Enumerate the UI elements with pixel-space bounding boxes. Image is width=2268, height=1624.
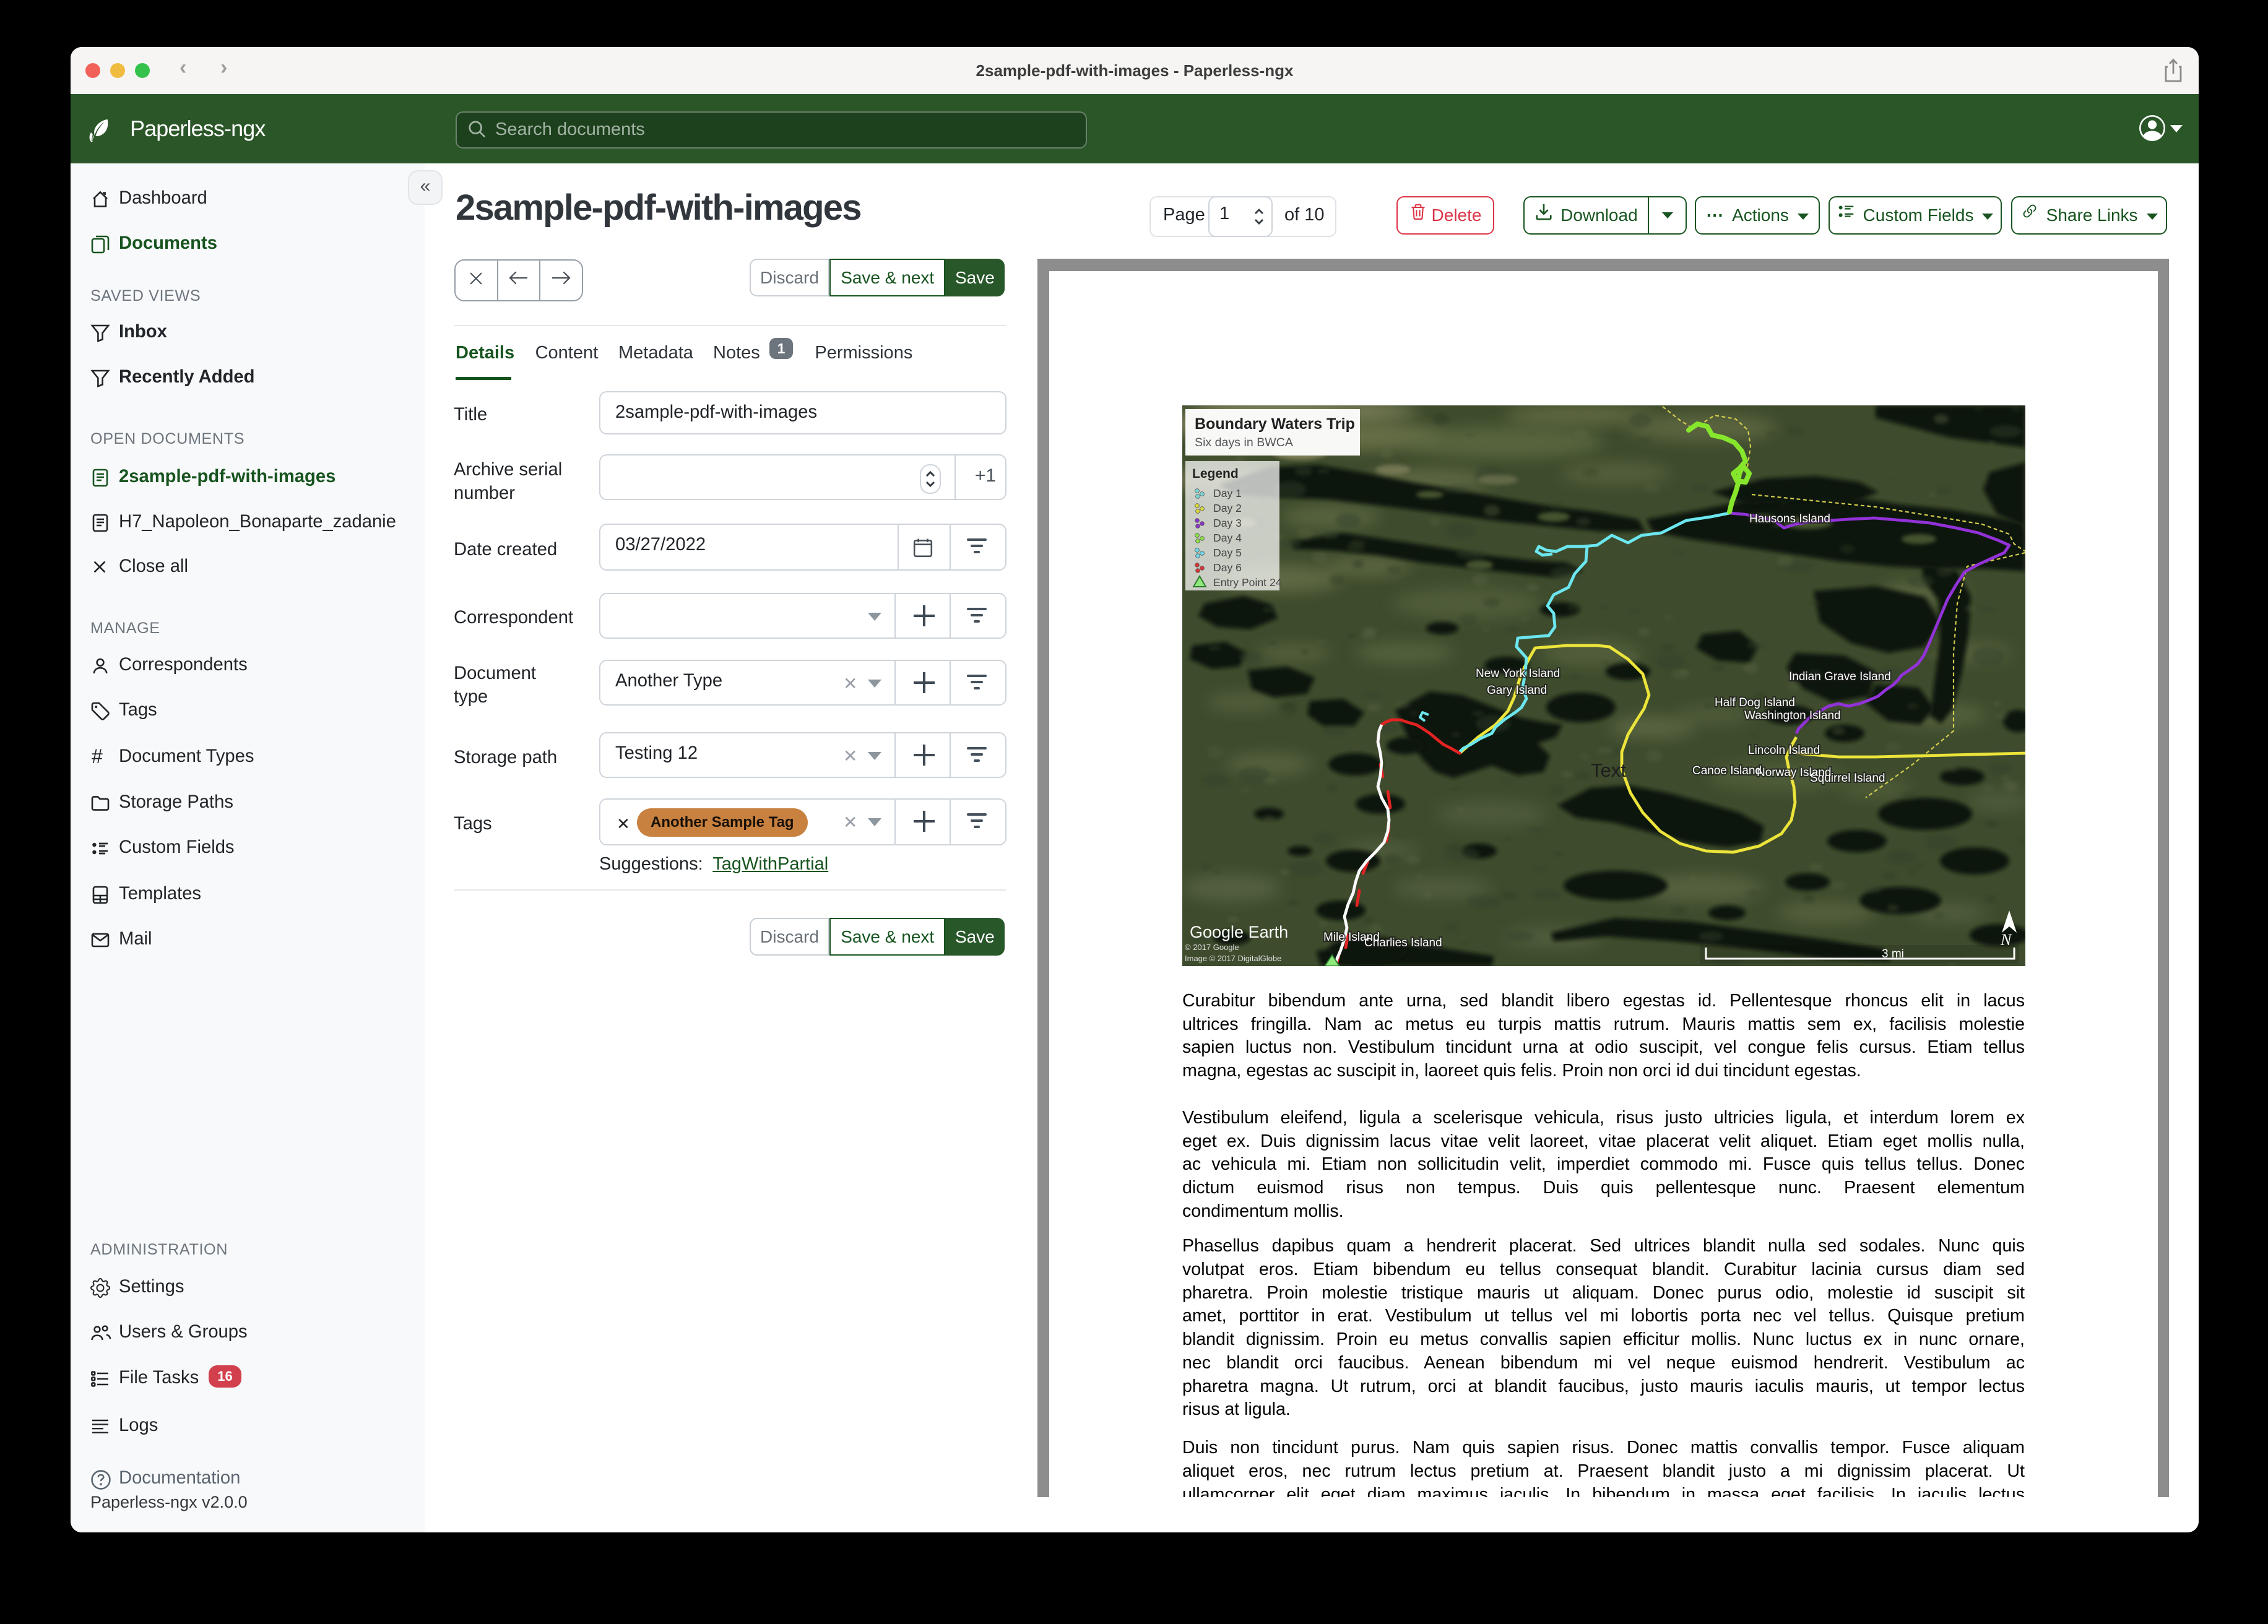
- svg-text:Google Earth: Google Earth: [1190, 923, 1288, 941]
- svg-text:Lincoln Island: Lincoln Island: [1748, 744, 1820, 757]
- svg-text:Entry Point 24: Entry Point 24: [1213, 576, 1282, 589]
- svg-text:Image © 2017 DigitalGlobe: Image © 2017 DigitalGlobe: [1185, 954, 1281, 963]
- svg-text:Charlies Island: Charlies Island: [1364, 936, 1442, 949]
- svg-text:© 2017 Google: © 2017 Google: [1185, 943, 1239, 952]
- svg-text:Gary Island: Gary Island: [1487, 684, 1547, 697]
- svg-text:Canoe Island: Canoe Island: [1692, 764, 1762, 777]
- svg-text:Hausons Island: Hausons Island: [1749, 512, 1830, 525]
- svg-text:Washington Island: Washington Island: [1744, 709, 1841, 722]
- svg-text:Day 4: Day 4: [1213, 532, 1242, 544]
- svg-text:Day 3: Day 3: [1213, 517, 1242, 529]
- svg-text:Boundary Waters Trip: Boundary Waters Trip: [1195, 415, 1355, 433]
- svg-text:Day 6: Day 6: [1213, 561, 1242, 574]
- svg-text:Half Dog Island: Half Dog Island: [1715, 696, 1795, 709]
- svg-text:Day 2: Day 2: [1213, 502, 1242, 514]
- svg-text:Text: Text: [1591, 759, 1626, 781]
- svg-text:Day 5: Day 5: [1213, 546, 1242, 559]
- svg-text:Six days in BWCA: Six days in BWCA: [1195, 436, 1294, 449]
- svg-text:N: N: [2000, 931, 2012, 949]
- svg-text:3 mi: 3 mi: [1882, 948, 1904, 961]
- svg-text:Squirrel Island: Squirrel Island: [1810, 772, 1885, 785]
- svg-text:Legend: Legend: [1192, 467, 1239, 481]
- svg-text:New York Island: New York Island: [1476, 667, 1560, 680]
- svg-text:Day 1: Day 1: [1213, 487, 1242, 499]
- svg-text:Indian Grave Island: Indian Grave Island: [1789, 670, 1891, 683]
